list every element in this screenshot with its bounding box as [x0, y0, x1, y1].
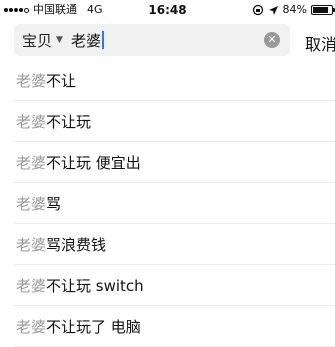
suggestion-rest-text: 不让玩 便宜出 — [46, 154, 141, 172]
suggestion-match-text: 老婆 — [16, 318, 47, 336]
suggestion-rest-text: 不让玩了 电脑 — [46, 318, 141, 336]
search-scope-selector[interactable]: 宝贝 ▼ — [14, 30, 63, 51]
suggestion-item[interactable]: 老婆 不让玩 — [0, 101, 335, 142]
suggestion-item[interactable]: 老婆骂 — [0, 183, 335, 224]
cancel-button[interactable]: 取消 — [305, 31, 335, 55]
suggestion-item[interactable]: 老婆 骂浪费钱 — [0, 224, 335, 265]
suggestion-rest-text: 不让玩 — [46, 113, 92, 131]
suggestion-item[interactable]: 老婆 不让玩 便宜出 — [0, 142, 335, 183]
text-cursor — [101, 31, 104, 49]
suggestion-item[interactable]: 老婆 不让 — [0, 60, 335, 101]
suggestion-list: 老婆 不让 老婆 不让玩 老婆 不让玩 便宜出 老婆骂老婆 骂浪费钱 老婆 不让玩 switch 老… — [0, 60, 335, 347]
search-box[interactable]: 宝贝 ▼ 老婆 ✕ — [14, 24, 290, 56]
battery-icon — [311, 5, 335, 15]
suggestion-rest-text: 骂浪费钱 — [46, 236, 107, 254]
search-query-text: 老婆 — [70, 31, 101, 50]
battery-fill — [313, 7, 328, 13]
search-input[interactable]: 老婆 — [71, 30, 104, 51]
suggestion-rest-text: 不让 — [46, 72, 77, 90]
clear-icon[interactable]: ✕ — [264, 32, 280, 48]
suggestion-match-text: 老婆 — [16, 195, 47, 213]
suggestion-rest-text: 不让玩 switch — [46, 277, 144, 295]
suggestion-match-text: 老婆 — [16, 154, 47, 172]
search-scope-label: 宝贝 — [22, 31, 53, 50]
suggestion-item[interactable]: 老婆 不让玩 switch — [0, 265, 335, 306]
suggestion-item[interactable]: 老婆 不让玩了 电脑 — [0, 306, 335, 347]
suggestion-match-text: 老婆 — [16, 236, 47, 254]
suggestion-match-text: 老婆 — [16, 277, 47, 295]
status-bar: 中国联通 4G 16:48 84% — [0, 0, 335, 20]
battery-percent: 84% — [282, 3, 307, 16]
caret-down-icon: ▼ — [56, 35, 63, 45]
suggestion-rest-text: 骂 — [46, 195, 62, 213]
suggestion-match-text: 老婆 — [16, 72, 47, 90]
suggestion-match-text: 老婆 — [16, 113, 47, 131]
search-bar: 宝贝 ▼ 老婆 ✕ 取消 — [0, 22, 335, 58]
location-arrow-icon — [268, 5, 278, 15]
orientation-lock-icon — [252, 4, 263, 16]
